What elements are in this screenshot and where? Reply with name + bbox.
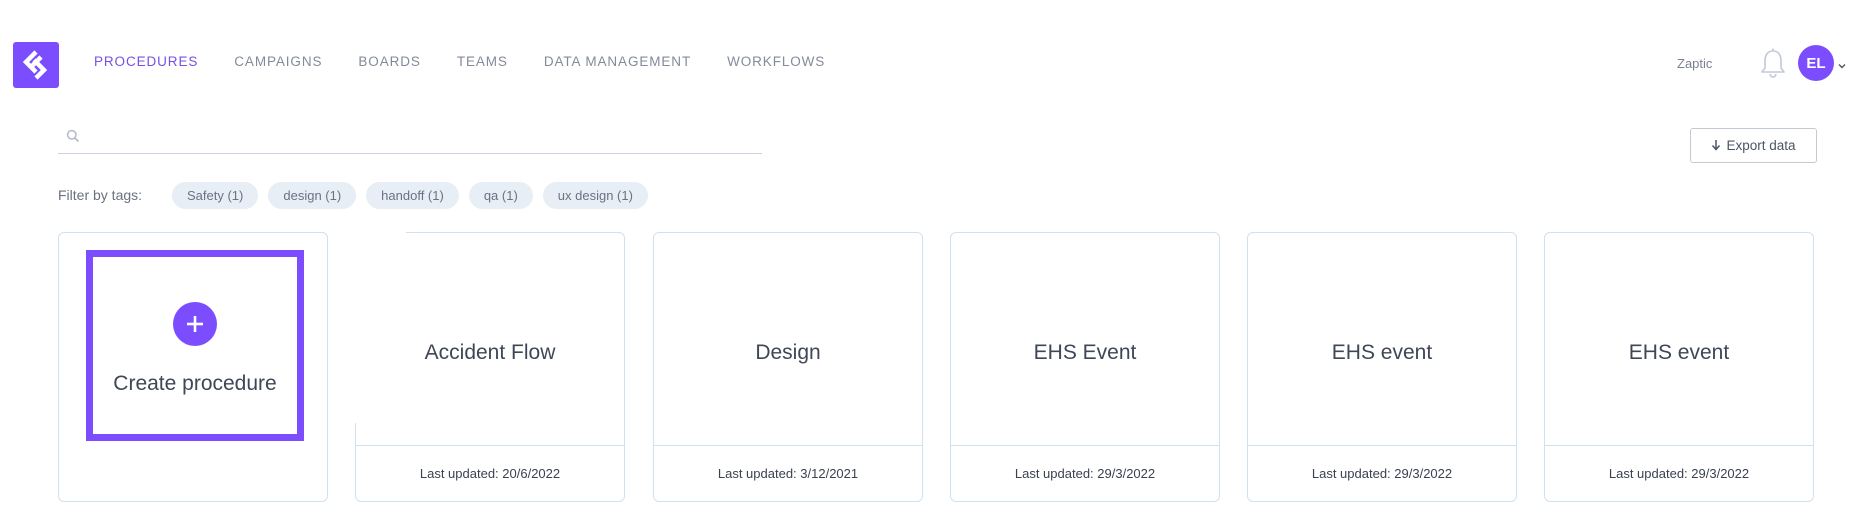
create-procedure-highlight[interactable]: Create procedure xyxy=(86,250,304,441)
tag-ux-design[interactable]: ux design (1) xyxy=(542,182,648,209)
procedure-card[interactable]: EHS event Last updated: 29/3/2022 xyxy=(1544,232,1814,502)
plus-icon[interactable] xyxy=(173,302,217,346)
tag-qa[interactable]: qa (1) xyxy=(468,182,533,209)
create-procedure-card[interactable]: Create procedure xyxy=(58,232,328,502)
filter-by-tags-label: Filter by tags: xyxy=(58,187,143,203)
procedure-title: Accident Flow xyxy=(424,341,556,364)
nav-teams[interactable]: TEAMS xyxy=(457,54,508,69)
procedure-title: EHS event xyxy=(1628,341,1730,364)
tag-filter-list: Safety (1) design (1) handoff (1) qa (1)… xyxy=(172,182,658,209)
procedure-last-updated: Last updated: 3/12/2021 xyxy=(654,445,922,501)
procedure-last-updated: Last updated: 29/3/2022 xyxy=(1248,445,1516,501)
nav-workflows[interactable]: WORKFLOWS xyxy=(727,54,825,69)
procedure-title: EHS Event xyxy=(1033,341,1137,364)
user-avatar[interactable]: EL xyxy=(1798,45,1834,81)
nav-procedures[interactable]: PROCEDURES xyxy=(94,54,198,69)
procedure-title: EHS event xyxy=(1331,341,1433,364)
export-data-label: Export data xyxy=(1726,138,1796,153)
tag-handoff[interactable]: handoff (1) xyxy=(366,182,459,209)
procedure-title: Design xyxy=(755,341,821,364)
zaptic-logo-icon[interactable] xyxy=(13,42,59,88)
arrow-down-icon xyxy=(1711,138,1721,154)
nav-boards[interactable]: BOARDS xyxy=(358,54,420,69)
organization-name[interactable]: Zaptic xyxy=(1677,56,1712,71)
procedure-last-updated: Last updated: 29/3/2022 xyxy=(1545,445,1813,501)
procedure-card[interactable]: Design Last updated: 3/12/2021 xyxy=(653,232,923,502)
procedure-last-updated: Last updated: 29/3/2022 xyxy=(951,445,1219,501)
tag-design[interactable]: design (1) xyxy=(268,182,357,209)
procedure-card[interactable]: EHS event Last updated: 29/3/2022 xyxy=(1247,232,1517,502)
procedure-card[interactable]: Accident Flow Last updated: 20/6/2022 xyxy=(354,231,625,502)
create-procedure-label: Create procedure xyxy=(113,372,277,395)
procedure-card[interactable]: EHS Event Last updated: 29/3/2022 xyxy=(950,232,1220,502)
nav-data-management[interactable]: DATA MANAGEMENT xyxy=(544,54,691,69)
top-navigation-bar: PROCEDURES CAMPAIGNS BOARDS TEAMS DATA M… xyxy=(0,0,1849,128)
nav-campaigns[interactable]: CAMPAIGNS xyxy=(234,54,322,69)
search-icon xyxy=(66,129,80,143)
export-data-button[interactable]: Export data xyxy=(1690,128,1817,163)
main-nav: PROCEDURES CAMPAIGNS BOARDS TEAMS DATA M… xyxy=(94,54,861,69)
chevron-down-icon[interactable] xyxy=(1837,58,1847,69)
tag-safety[interactable]: Safety (1) xyxy=(172,182,259,209)
procedure-last-updated: Last updated: 20/6/2022 xyxy=(356,445,624,501)
search-bar xyxy=(58,122,762,154)
search-input[interactable] xyxy=(90,122,750,152)
bell-icon[interactable] xyxy=(1758,47,1788,79)
